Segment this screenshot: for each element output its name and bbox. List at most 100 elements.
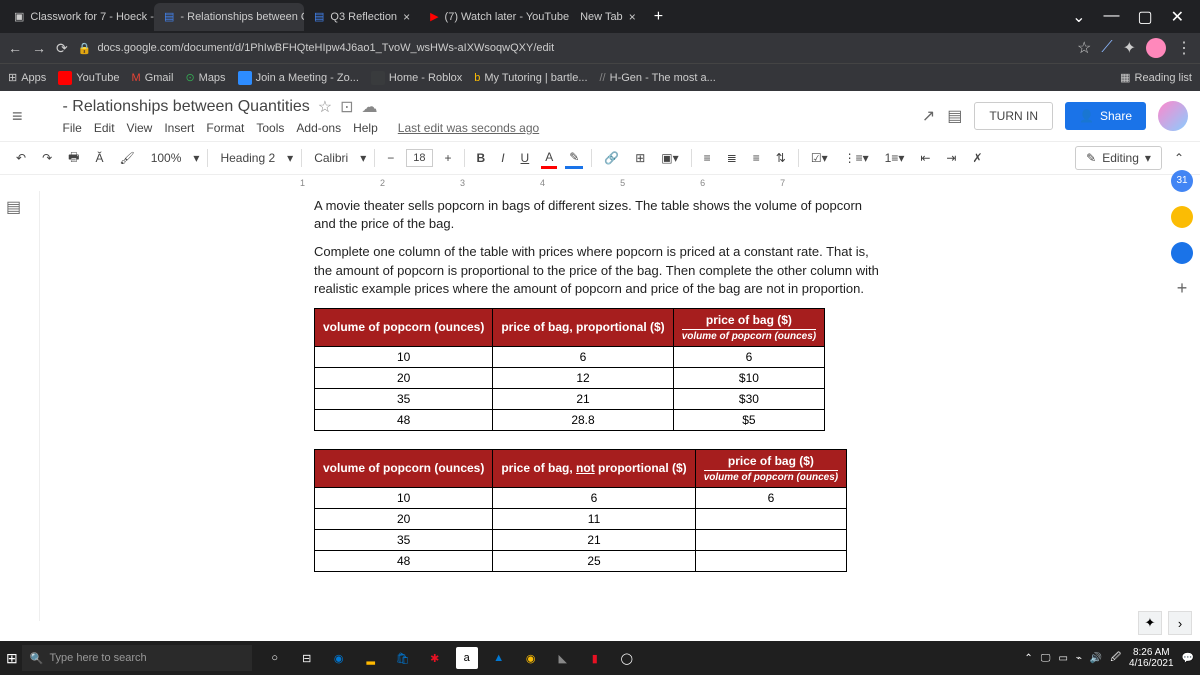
last-edit[interactable]: Last edit was seconds ago [398,121,539,135]
explorer-icon[interactable]: ▂ [360,647,382,669]
battery-icon[interactable]: ▭ [1058,653,1067,664]
wifi-icon[interactable]: ⌁ [1076,653,1082,664]
task-view-icon[interactable]: ⊟ [296,647,318,669]
spellcheck-icon[interactable]: Ӑ [91,149,107,167]
bookmark-roblox[interactable]: Home - Roblox [371,71,462,85]
paragraph[interactable]: Complete one column of the table with pr… [314,243,886,298]
avatar[interactable] [1158,101,1188,131]
menu-icon[interactable]: ≡ [12,106,23,127]
menu-insert[interactable]: Insert [164,121,194,135]
indent-increase-icon[interactable]: ⇥ [942,149,960,167]
align-center-icon[interactable]: ≣ [723,149,741,167]
bookmark-maps[interactable]: ⊙Maps [185,71,225,84]
url-input[interactable]: 🔒docs.google.com/document/d/1PhIwBFHQteH… [78,42,1067,55]
cortana-icon[interactable]: ○ [264,647,286,669]
tab-2[interactable]: ▤Q3 Reflection× [304,3,420,31]
comment-add-icon[interactable]: ⊞ [631,149,649,167]
zoom-select[interactable]: 100% [147,149,186,167]
star-icon[interactable]: ☆ [1077,38,1091,58]
next-icon[interactable]: › [1168,611,1192,635]
reading-list[interactable]: ▦ Reading list [1120,71,1192,84]
tab-3[interactable]: ▶(7) Watch later - YouTube× [420,3,570,31]
close-icon[interactable]: × [629,10,636,24]
highlight-icon[interactable]: ✎ [565,148,583,169]
app-icon[interactable]: ✱ [424,647,446,669]
tray-up-icon[interactable]: ⌃ [1024,653,1032,664]
link-icon[interactable]: 🔗 [600,149,623,167]
text-color-icon[interactable]: A [541,148,557,169]
move-icon[interactable]: ⊡ [340,97,353,117]
star-icon[interactable]: ☆ [318,97,332,117]
app-icon[interactable]: ◣ [552,647,574,669]
italic-icon[interactable]: I [497,149,508,167]
menu-help[interactable]: Help [353,121,378,135]
volume-icon[interactable]: 🔊 [1090,653,1102,664]
menu-view[interactable]: View [127,121,153,135]
bookmark-youtube[interactable]: YouTube [58,71,119,85]
app-icon[interactable]: ▲ [488,647,510,669]
avatar-icon[interactable] [1146,38,1166,58]
tab-0[interactable]: ▣Classwork for 7 - Hoeck - Mod 2× [4,3,154,31]
chevron-down-icon[interactable]: ⌄ [1072,7,1085,27]
new-tab-button[interactable]: + [646,8,671,26]
app-icon[interactable]: ▮ [584,647,606,669]
bullet-list-icon[interactable]: ⋮≡▾ [840,149,873,167]
menu-edit[interactable]: Edit [94,121,115,135]
close-icon[interactable]: ✕ [1171,7,1184,27]
chrome-icon[interactable]: ◯ [616,647,638,669]
bookmark-zoom[interactable]: Join a Meeting - Zo... [238,71,359,85]
align-right-icon[interactable]: ≡ [749,149,764,167]
paragraph[interactable]: A movie theater sells popcorn in bags of… [314,197,886,233]
start-icon[interactable]: ⊞ [6,650,18,667]
outline-icon[interactable]: ▤ [0,191,39,223]
underline-icon[interactable]: U [517,149,534,167]
print-icon[interactable]: 🖶 [64,146,83,171]
redo-icon[interactable]: ↷ [38,149,56,167]
app-icon[interactable]: ◉ [520,647,542,669]
edge-icon[interactable]: ◉ [328,647,350,669]
keep-icon[interactable] [1171,206,1193,228]
forward-icon[interactable]: → [32,40,46,56]
clock[interactable]: 8:26 AM4/16/2021 [1129,647,1174,669]
tab-4[interactable]: New Tab× [570,3,646,31]
menu-icon[interactable]: ⋮ [1176,38,1192,58]
menu-file[interactable]: File [63,121,82,135]
image-icon[interactable]: ▣▾ [657,149,682,167]
amazon-icon[interactable]: a [456,647,478,669]
plus-icon[interactable]: + [1177,278,1188,299]
font-select[interactable]: Calibri [310,149,352,167]
menu-tools[interactable]: Tools [256,121,284,135]
menu-format[interactable]: Format [206,121,244,135]
back-icon[interactable]: ← [8,40,22,56]
bookmark-gmail[interactable]: MGmail [132,72,174,84]
extension-icon[interactable]: ⟋ [1101,39,1112,57]
number-list-icon[interactable]: 1≡▾ [881,149,909,167]
bold-icon[interactable]: B [473,149,490,167]
style-select[interactable]: Heading 2 [216,149,279,167]
minimize-icon[interactable]: — [1103,7,1119,27]
line-spacing-icon[interactable]: ⇅ [772,149,790,167]
tab-1[interactable]: ▤- Relationships between Quantiti× [154,3,304,31]
table-1[interactable]: volume of popcorn (ounces) price of bag,… [314,308,825,431]
comment-icon[interactable]: ▤ [947,106,962,126]
explore-icon[interactable]: ✦ [1138,611,1162,635]
maximize-icon[interactable]: ▢ [1137,7,1152,27]
collapse-icon[interactable]: ⌃ [1170,149,1188,167]
align-left-icon[interactable]: ≡ [700,149,715,167]
puzzle-icon[interactable]: ✦ [1123,38,1136,58]
tasks-icon[interactable] [1171,242,1193,264]
share-button[interactable]: 👤Share [1065,102,1146,130]
activity-icon[interactable]: ↗ [922,106,935,126]
menu-addons[interactable]: Add-ons [296,121,341,135]
table-2[interactable]: volume of popcorn (ounces) price of bag,… [314,449,847,572]
doc-title[interactable]: - Relationships between Quantities [63,98,310,116]
store-icon[interactable]: 🛍 [392,647,414,669]
bookmark-hgen[interactable]: //H-Gen - The most a... [600,72,716,84]
search-input[interactable]: 🔍Type here to search [22,645,252,671]
font-increase[interactable]: + [441,149,456,167]
display-icon[interactable]: 🖵 [1041,653,1051,664]
bookmark-tutoring[interactable]: bMy Tutoring | bartle... [474,72,587,84]
calendar-icon[interactable]: 31 [1171,170,1193,192]
editing-mode[interactable]: ✎ Editing ▾ [1075,146,1162,170]
close-icon[interactable]: × [403,10,410,24]
